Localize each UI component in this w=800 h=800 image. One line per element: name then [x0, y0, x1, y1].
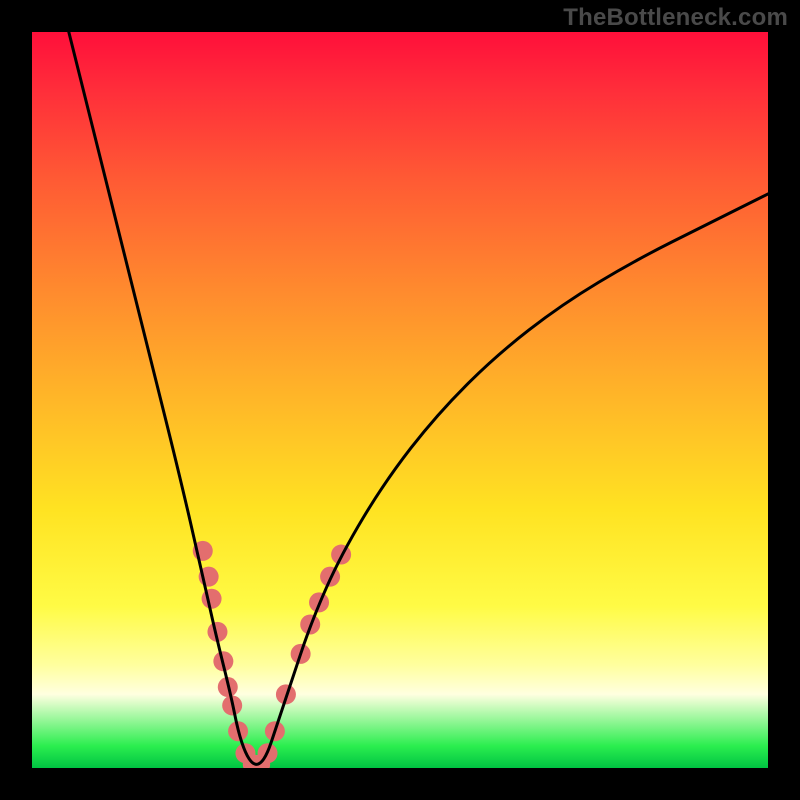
- bottleneck-curve: [69, 32, 768, 764]
- plot-svg: [32, 32, 768, 768]
- markers-group: [193, 541, 351, 768]
- watermark-text: TheBottleneck.com: [563, 4, 788, 32]
- chart-frame: TheBottleneck.com: [0, 0, 800, 800]
- data-marker: [202, 589, 222, 609]
